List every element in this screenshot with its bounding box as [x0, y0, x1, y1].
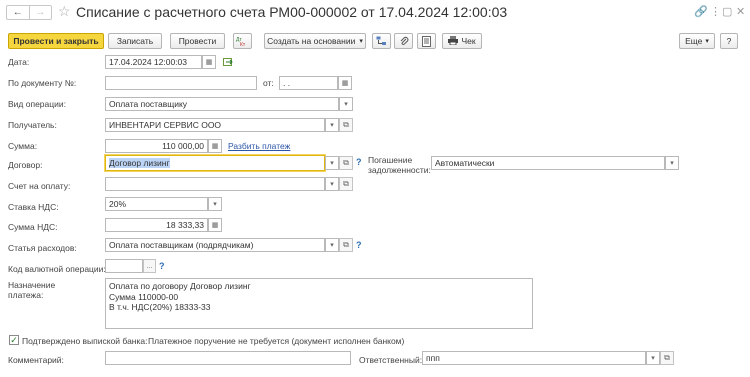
- bank-confirmed-label: Подтверждено выпиской банка:: [22, 336, 148, 346]
- chevron-down-icon[interactable]: ▾: [325, 177, 339, 191]
- vat-rate-select[interactable]: 20%: [105, 197, 208, 211]
- calendar-icon[interactable]: ▦: [202, 55, 216, 69]
- more-button[interactable]: Еще ▾: [679, 33, 715, 49]
- from-date-input[interactable]: . .: [279, 76, 338, 90]
- vat-rate-label: Ставка НДС:: [8, 202, 59, 212]
- vat-amount-label: Сумма НДС:: [8, 222, 58, 232]
- comment-input[interactable]: [105, 351, 351, 365]
- more-label: Еще: [685, 36, 703, 46]
- chevron-down-icon[interactable]: ▾: [665, 156, 679, 170]
- chevron-down-icon[interactable]: ▾: [339, 97, 353, 111]
- forward-button[interactable]: →: [28, 6, 52, 19]
- maximize-icon[interactable]: ▢: [722, 5, 732, 18]
- repayment-label: Погашение задолженности:: [368, 155, 431, 175]
- help-question-icon[interactable]: ?: [159, 261, 165, 271]
- create-based-on-button[interactable]: Создать на основании ▾: [264, 33, 366, 49]
- printer-icon: [448, 35, 459, 47]
- contract-value: Договор лизинг: [109, 158, 170, 168]
- purpose-line: В т.ч. НДС(20%) 18333-33: [109, 302, 211, 312]
- link-icon[interactable]: 🔗: [694, 5, 708, 18]
- chevron-down-icon[interactable]: ▾: [325, 118, 339, 132]
- contract-label: Договор:: [8, 160, 43, 170]
- date-label: Дата:: [8, 57, 30, 67]
- expense-item-label: Статья расходов:: [8, 243, 77, 253]
- responsible-label: Ответственный:: [359, 355, 423, 365]
- chevron-down-icon: ▾: [705, 38, 709, 45]
- chevron-down-icon[interactable]: ▾: [646, 351, 660, 365]
- amount-input[interactable]: 110 000,00: [105, 139, 208, 153]
- repayment-select[interactable]: Автоматически: [431, 156, 665, 170]
- chevron-down-icon[interactable]: ▾: [325, 238, 339, 252]
- attachment-icon[interactable]: [394, 33, 413, 49]
- favorite-star-icon[interactable]: ☆: [58, 3, 71, 20]
- more-actions-icon[interactable]: ⋮: [710, 5, 721, 18]
- contract-input[interactable]: Договор лизинг: [105, 155, 325, 171]
- open-icon[interactable]: ⧉: [339, 238, 353, 252]
- chevron-down-icon: ▾: [359, 38, 363, 45]
- comment-label: Комментарий:: [8, 355, 64, 365]
- post-button[interactable]: Провести: [170, 33, 225, 49]
- receipt-button[interactable]: Чек: [442, 33, 482, 49]
- date-edit-icon[interactable]: [223, 57, 234, 69]
- doc-number-input[interactable]: [105, 76, 257, 90]
- operation-select[interactable]: Оплата поставщику: [105, 97, 339, 111]
- receipt-label: Чек: [461, 36, 476, 46]
- create-based-on-label: Создать на основании: [267, 36, 356, 46]
- purpose-label: Назначение платежа:: [8, 280, 56, 300]
- invoice-input[interactable]: [105, 177, 325, 191]
- purpose-line: Сумма 110000-00: [109, 291, 179, 302]
- select-button[interactable]: ...: [143, 259, 156, 273]
- invoice-label: Счет на оплату:: [8, 181, 71, 191]
- save-button[interactable]: Записать: [108, 33, 162, 49]
- purpose-line: Оплата по договору Договор лизинг: [109, 281, 251, 291]
- payment-order-note: Платежное поручение не требуется (докуме…: [148, 336, 405, 346]
- calendar-icon[interactable]: ▦: [338, 76, 352, 90]
- svg-text:Кт: Кт: [240, 42, 246, 47]
- structure-icon[interactable]: [372, 33, 391, 49]
- doc-number-label: По документу №:: [8, 78, 77, 88]
- currency-op-label: Код валютной операции:: [8, 264, 106, 274]
- help-question-icon[interactable]: ?: [356, 157, 362, 167]
- expense-item-input[interactable]: Оплата поставщикам (подрядчикам): [105, 238, 325, 252]
- document-list-icon[interactable]: [417, 33, 436, 49]
- recipient-input[interactable]: ИНВЕНТАРИ СЕРВИС ООО: [105, 118, 325, 132]
- help-question-icon[interactable]: ?: [356, 240, 362, 250]
- back-button[interactable]: ←: [7, 6, 29, 19]
- open-icon[interactable]: ⧉: [660, 351, 674, 365]
- calculator-icon[interactable]: ▦: [208, 218, 222, 232]
- purpose-textarea[interactable]: Оплата по договору Договор лизинг Сумма …: [105, 278, 533, 329]
- close-icon[interactable]: ✕: [736, 5, 745, 18]
- chevron-down-icon[interactable]: ▾: [325, 156, 339, 170]
- window-title: Списание с расчетного счета РМ00-000002 …: [76, 4, 508, 20]
- open-icon[interactable]: ⧉: [339, 156, 353, 170]
- responsible-input[interactable]: ппп: [422, 351, 646, 365]
- calculator-icon[interactable]: ▦: [208, 139, 222, 153]
- operation-label: Вид операции:: [8, 99, 66, 109]
- post-and-close-button[interactable]: Провести и закрыть: [8, 33, 104, 49]
- open-icon[interactable]: ⧉: [339, 118, 353, 132]
- date-input[interactable]: 17.04.2024 12:00:03: [105, 55, 202, 69]
- split-payment-link[interactable]: Разбить платеж: [228, 141, 290, 151]
- nav-buttons: ← →: [6, 5, 52, 20]
- dt-kt-report-icon[interactable]: Дт Кт: [233, 33, 252, 49]
- currency-op-input[interactable]: [105, 259, 143, 273]
- chevron-down-icon[interactable]: ▾: [208, 197, 222, 211]
- amount-label: Сумма:: [8, 141, 38, 151]
- bank-confirmed-checkbox[interactable]: ✓: [9, 335, 19, 345]
- open-icon[interactable]: ⧉: [339, 177, 353, 191]
- help-button[interactable]: ?: [720, 33, 738, 49]
- recipient-label: Получатель:: [8, 120, 57, 130]
- from-label: от:: [263, 78, 274, 88]
- vat-amount-input[interactable]: 18 333,33: [105, 218, 208, 232]
